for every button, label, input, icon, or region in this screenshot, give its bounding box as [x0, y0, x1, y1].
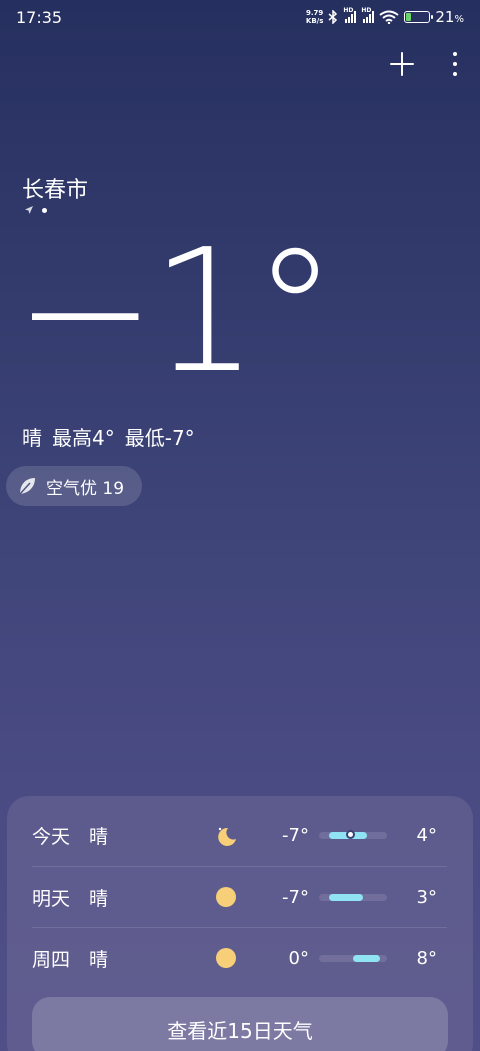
forecast-row[interactable]: 周四 晴 0° 8°	[32, 927, 447, 988]
sun-icon	[209, 887, 243, 907]
status-time: 17:35	[16, 7, 63, 27]
current-temperature: −1°	[14, 213, 338, 411]
city-name[interactable]: 长春市	[22, 172, 88, 204]
temp-range-fill	[329, 893, 364, 901]
forecast-high: 8°	[416, 947, 437, 969]
forecast-condition: 晴	[89, 887, 109, 910]
status-icons: 9.79 KB/s HD HD 21%	[305, 7, 464, 26]
forecast-low: -7°	[282, 825, 309, 846]
forecast-row[interactable]: 明天 晴 -7° 3°	[32, 866, 447, 927]
forecast-condition: 晴	[89, 948, 109, 971]
temp-range-bar	[319, 893, 387, 901]
aqi-label: 空气优 19	[46, 478, 125, 499]
forecast-low: -7°	[282, 886, 309, 908]
forecast-day: 周四	[32, 948, 71, 971]
forecast-condition: 晴	[89, 826, 109, 848]
forecast-high: 3°	[416, 886, 437, 908]
current-condition: 晴	[22, 426, 42, 450]
moon-icon	[209, 825, 243, 847]
status-bar: 17:35 9.79 KB/s HD HD 21%	[0, 0, 480, 34]
battery-level	[406, 13, 411, 21]
temp-range-bar	[319, 954, 387, 962]
current-temp-marker	[345, 830, 355, 839]
plus-icon[interactable]	[390, 52, 414, 76]
forecast-high: 4°	[416, 825, 437, 846]
leaf-icon	[19, 478, 35, 495]
more-vertical-icon[interactable]	[452, 52, 458, 76]
bluetooth-icon	[328, 10, 338, 24]
current-low: 最低-7°	[124, 426, 195, 450]
signal-icon: HD	[343, 7, 357, 23]
current-high: 最高4°	[52, 426, 115, 450]
sun-icon	[209, 948, 243, 968]
wifi-icon	[379, 10, 400, 24]
forecast-day: 明天	[32, 887, 71, 910]
aqi-pill[interactable]: 空气优 19	[6, 466, 142, 506]
temp-range-fill	[353, 954, 381, 962]
top-actions	[390, 52, 458, 76]
forecast-row[interactable]: 今天 晴 -7° 4°	[32, 805, 447, 866]
battery-charging-icon	[404, 11, 434, 23]
signal-icon: HD	[361, 7, 375, 23]
temp-range-bar	[319, 830, 387, 839]
current-condition-line: 晴 最高4° 最低-7°	[22, 422, 195, 451]
forecast-day: 今天	[32, 826, 71, 848]
forecast-low: 0°	[288, 947, 309, 969]
page-dot	[42, 207, 47, 213]
battery-percent: 21%	[435, 8, 464, 26]
network-speed: 9.79 KB/s	[305, 9, 324, 25]
view-15-day-button[interactable]: 查看近15日天气	[32, 997, 448, 1051]
